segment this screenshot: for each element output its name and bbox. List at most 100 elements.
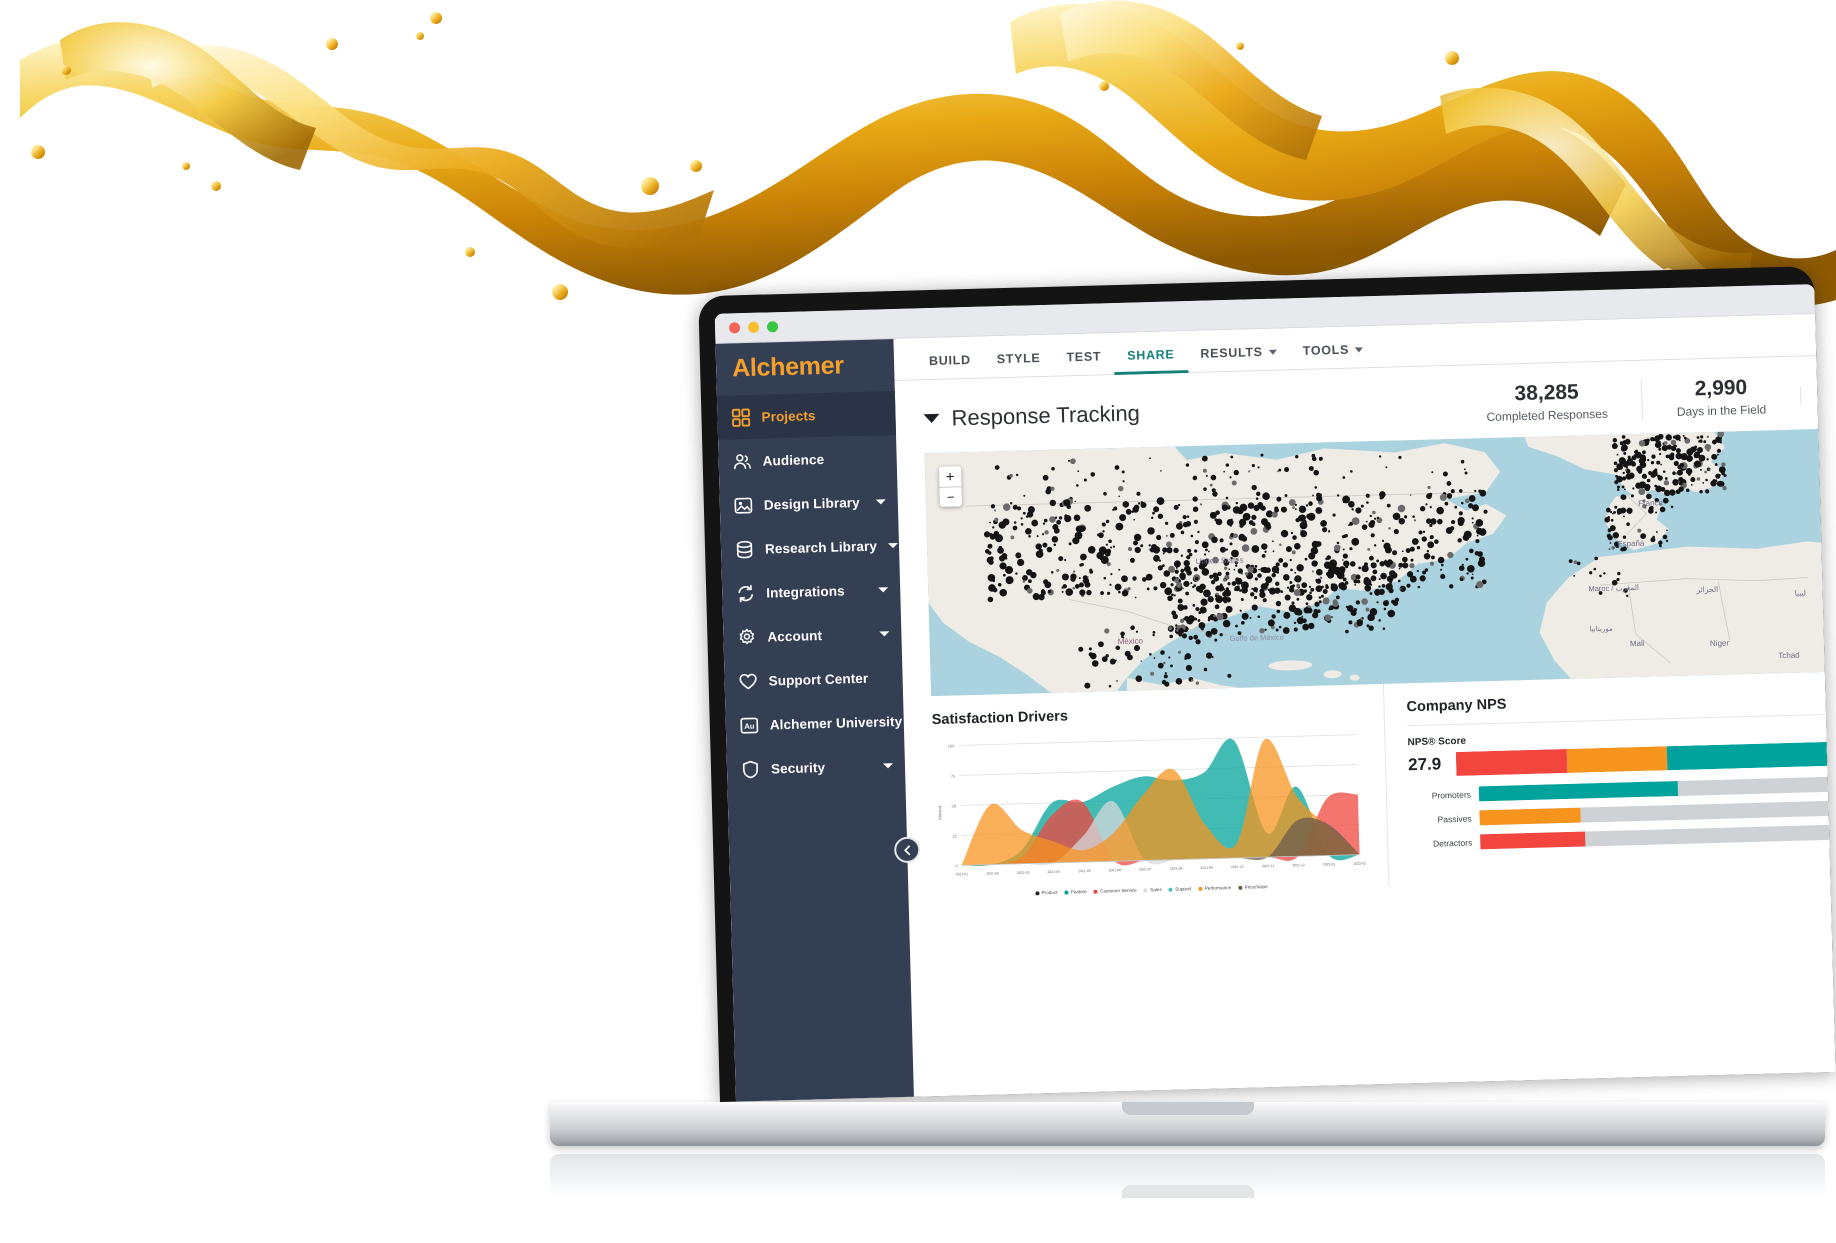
stat-value: 2,990 <box>1694 375 1748 401</box>
tab-share[interactable]: SHARE <box>1114 347 1188 376</box>
sidebar-item-security[interactable]: Security <box>726 743 905 792</box>
map-zoom-out-button[interactable]: − <box>939 486 962 507</box>
legend-swatch <box>1168 887 1173 892</box>
splash-highlight-right-2 <box>1440 87 1752 292</box>
legend-label: Feature <box>1070 889 1087 895</box>
nps-row-fill <box>1478 780 1678 802</box>
legend-swatch <box>1143 887 1148 892</box>
legend-swatch <box>1093 889 1098 894</box>
svg-text:2021-04: 2021-04 <box>1047 870 1060 874</box>
svg-text:Au: Au <box>744 721 755 730</box>
response-map[interactable]: United States México Golfo de México Fra… <box>924 429 1825 697</box>
nps-segment-detractors <box>1455 748 1568 776</box>
sidebar-item-label: Alchemer University <box>769 713 903 733</box>
nps-row-track <box>1479 800 1829 826</box>
legend-swatch <box>1238 885 1243 890</box>
grid-icon <box>731 408 751 427</box>
tab-style[interactable]: STYLE <box>984 351 1054 379</box>
image-icon <box>734 497 753 514</box>
svg-text:2021-08: 2021-08 <box>1170 866 1183 870</box>
nps-row-passives: Passives <box>1409 800 1829 827</box>
legend-item[interactable]: Price/Value <box>1238 884 1268 890</box>
chevron-down-icon[interactable] <box>875 498 886 505</box>
sidebar-item-label: Security <box>770 759 826 776</box>
svg-text:100: 100 <box>948 744 956 749</box>
splash-droplet <box>182 162 190 170</box>
sidebar-nav: Projects Audience Design Library Researc… <box>716 389 906 792</box>
sidebar-item-label: Projects <box>761 407 816 425</box>
splash-highlight-right <box>1060 0 1322 160</box>
page-title[interactable]: Response Tracking <box>923 400 1140 432</box>
chevron-down-icon <box>1268 349 1277 355</box>
legend-item[interactable]: Customer Service <box>1093 888 1137 894</box>
nps-content: NPS® Score 27.9 Promoters Passives Detract… <box>1407 713 1830 852</box>
map-label-espana: España <box>1617 539 1645 549</box>
content-area: Response Tracking 38,285 Completed Respo… <box>894 356 1836 1102</box>
map-zoom-in-button[interactable]: + <box>939 466 962 487</box>
tab-build[interactable]: BUILD <box>916 353 984 381</box>
laptop-lid: Alchemer Projects Audience Design Librar… <box>698 266 1836 1102</box>
nps-breakdown-rows: Promoters Passives Detractors <box>1409 776 1830 851</box>
sidebar-item-account[interactable]: Account <box>723 611 902 660</box>
map-label-united-states: United States <box>1195 556 1243 566</box>
alchemer-logo[interactable]: Alchemer <box>732 351 844 383</box>
nps-score-row: 27.9 <box>1407 741 1828 777</box>
sidebar-item-audience[interactable]: Audience <box>718 435 897 484</box>
chevron-down-icon[interactable] <box>882 762 894 768</box>
sidebar-item-research-library[interactable]: Research Library <box>720 523 899 572</box>
maximize-button[interactable] <box>766 321 779 333</box>
splash-droplet <box>641 177 659 195</box>
nps-score-value: 27.9 <box>1407 754 1442 775</box>
sidebar-item-design-library[interactable]: Design Library <box>719 479 898 528</box>
legend-swatch <box>1035 890 1040 895</box>
legend-item[interactable]: Product <box>1035 890 1057 896</box>
chevron-down-icon <box>1354 346 1364 353</box>
laptop-base-reflection <box>550 1154 1825 1198</box>
splash-droplet <box>1445 51 1459 65</box>
stats-group: 38,285 Completed Responses 2,990 Days in… <box>1452 374 1818 425</box>
nps-row-detractors: Detractors <box>1410 824 1830 851</box>
map-label-tchad: Tchad <box>1778 651 1800 661</box>
close-button[interactable] <box>728 322 741 334</box>
satisfaction-drivers-chart[interactable]: 0 25 50 75 100 Percent 2021-01 2021-02 2021-03 20… <box>932 726 1366 888</box>
stat-days-in-field: 2,990 Days in the Field <box>1640 374 1801 420</box>
svg-text:2021-06: 2021-06 <box>1109 868 1122 872</box>
sidebar-item-support-center[interactable]: Support Center <box>724 655 903 704</box>
sidebar-item-label: Research Library <box>764 538 878 557</box>
company-nps-panel: Company NPS NPS® Score 27.9 Promoters Pas… <box>1382 671 1831 886</box>
chevron-down-icon[interactable] <box>878 586 889 593</box>
area-chart-canvas[interactable]: 0 25 50 75 100 Percent 2021-01 2021-02 2021-03 20… <box>932 726 1366 888</box>
tab-tools[interactable]: TOOLS <box>1290 342 1377 370</box>
gear-icon <box>739 628 755 644</box>
sidebar-item-integrations[interactable]: Integrations <box>722 567 901 616</box>
stat-caption: Completed Responses <box>1486 406 1609 425</box>
splash-highlight-left <box>60 22 316 171</box>
chevron-down-icon[interactable] <box>887 542 898 548</box>
chevron-down-icon[interactable] <box>879 630 890 637</box>
sidebar-item-alchemer-university[interactable]: Au Alchemer University <box>725 699 904 748</box>
splash-droplet <box>61 65 71 75</box>
map-zoom-controls[interactable]: + − <box>938 466 962 507</box>
splash-droplet <box>690 160 702 172</box>
map-canvas[interactable]: United States México Golfo de México Fra… <box>924 429 1825 697</box>
legend-item[interactable]: Sales <box>1143 886 1162 893</box>
sync-icon <box>738 584 754 602</box>
stat-value: 38,285 <box>1514 380 1579 406</box>
legend-item[interactable]: Feature <box>1064 889 1087 895</box>
tab-test[interactable]: TEST <box>1053 349 1114 377</box>
database-icon <box>736 540 753 558</box>
splash-droplet <box>416 32 424 40</box>
legend-label: Product <box>1041 889 1058 896</box>
sidebar-item-projects[interactable]: Projects <box>716 391 897 440</box>
svg-text:50: 50 <box>952 803 957 808</box>
tab-results[interactable]: RESULTS <box>1187 344 1290 373</box>
map-label-mali: Mali <box>1630 639 1645 648</box>
svg-text:2021-09: 2021-09 <box>1200 866 1213 870</box>
minimize-button[interactable] <box>747 321 760 333</box>
legend-label: Sales <box>1150 886 1162 893</box>
splash-ribbon-main <box>20 37 1626 295</box>
sidebar-item-label: Design Library <box>763 494 860 513</box>
legend-item[interactable]: Performance <box>1198 885 1231 891</box>
legend-item[interactable]: Support <box>1168 886 1191 892</box>
chevron-down-icon[interactable] <box>923 413 940 424</box>
